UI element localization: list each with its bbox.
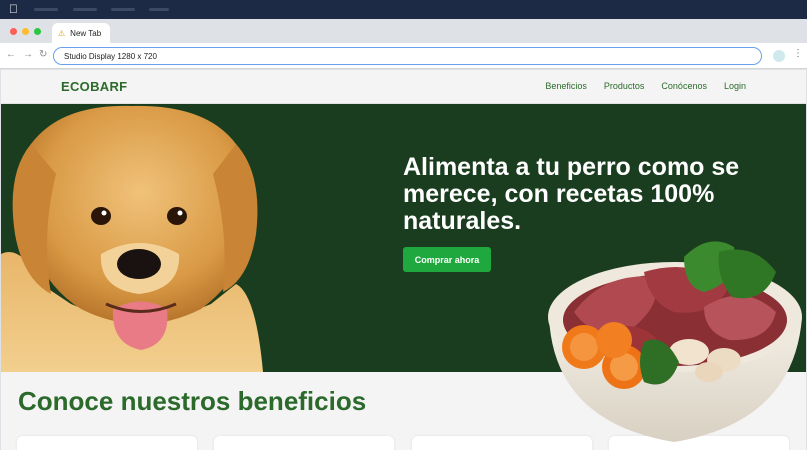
- address-bar[interactable]: Studio Display 1280 x 720: [53, 47, 762, 65]
- browser-toolbar: ← → ↻ Studio Display 1280 x 720 ⋮: [0, 43, 807, 69]
- tab-strip: ⚠ New Tab: [0, 19, 807, 43]
- close-window-icon[interactable]: [10, 28, 17, 35]
- site-nav: Beneficios Productos Conócenos Login: [545, 81, 746, 91]
- browser-tab[interactable]: ⚠ New Tab: [52, 23, 110, 43]
- forward-icon[interactable]: →: [23, 49, 33, 60]
- apple-icon[interactable]: : [9, 2, 18, 16]
- minimize-window-icon[interactable]: [22, 28, 29, 35]
- buy-now-button[interactable]: Comprar ahora: [403, 247, 491, 272]
- os-menu-bar: : [0, 0, 807, 19]
- address-text: Studio Display 1280 x 720: [64, 51, 157, 61]
- menu-placeholder[interactable]: [149, 8, 169, 11]
- nav-conocenos[interactable]: Conócenos: [661, 81, 707, 91]
- site-logo[interactable]: ECOBARF: [61, 79, 127, 94]
- reload-icon[interactable]: ↻: [39, 49, 47, 60]
- tab-title: New Tab: [70, 28, 102, 38]
- extension-icon[interactable]: [773, 50, 785, 62]
- back-icon[interactable]: ←: [6, 49, 16, 60]
- menu-placeholder[interactable]: [34, 8, 58, 11]
- menu-placeholder[interactable]: [73, 8, 97, 11]
- nav-productos[interactable]: Productos: [604, 81, 645, 91]
- maximize-window-icon[interactable]: [34, 28, 41, 35]
- nav-login[interactable]: Login: [724, 81, 746, 91]
- kebab-menu-icon[interactable]: ⋮: [793, 48, 803, 59]
- nav-beneficios[interactable]: Beneficios: [545, 81, 587, 91]
- dog-image: [1, 105, 263, 372]
- menu-placeholder[interactable]: [111, 8, 135, 11]
- warning-icon: ⚠: [58, 28, 66, 38]
- site-header: ECOBARF Beneficios Productos Conócenos L…: [1, 70, 806, 104]
- benefit-card[interactable]: [17, 436, 197, 450]
- benefits-title: Conoce nuestros beneficios: [18, 386, 367, 416]
- benefit-card[interactable]: [214, 436, 394, 450]
- hero-title: Alimenta a tu perro como se merece, con …: [403, 153, 740, 235]
- food-bowl-image: [548, 241, 802, 442]
